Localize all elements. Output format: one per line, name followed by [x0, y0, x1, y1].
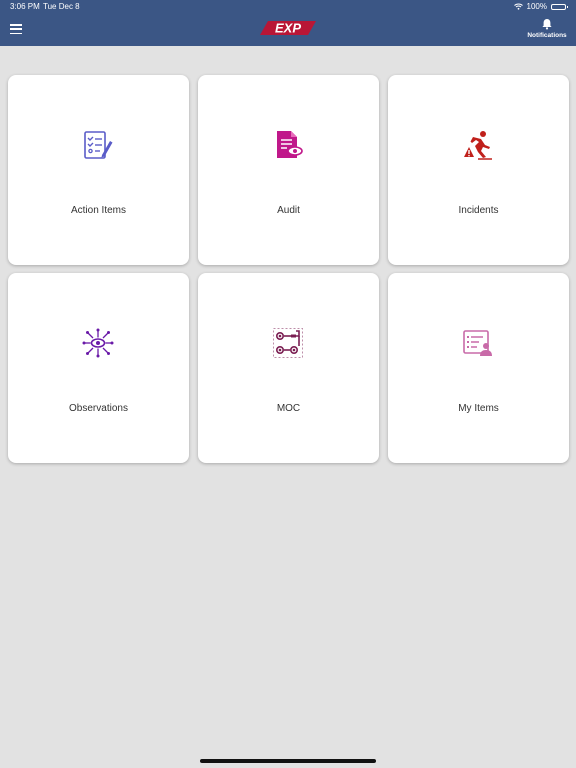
exp-logo: EXP [260, 21, 316, 36]
tile-label: MOC [276, 403, 301, 414]
tile-label: Observations [69, 403, 128, 414]
battery-percent: 100% [526, 2, 547, 11]
tile-my-items[interactable]: My Items [388, 273, 569, 463]
tile-audit[interactable]: Audit [198, 75, 379, 265]
tile-observations[interactable]: Observations [8, 273, 189, 463]
tile-incidents[interactable]: Incidents [388, 75, 569, 265]
status-right: 100% [513, 0, 568, 13]
document-eye-icon [277, 131, 303, 158]
tile-action-items[interactable]: Action Items [8, 75, 189, 265]
tile-moc[interactable]: MOC [198, 273, 379, 463]
bell-icon [542, 19, 552, 30]
notifications-label: Notifications [527, 32, 567, 39]
notifications-button[interactable]: Notifications [526, 18, 568, 39]
tile-label: Audit [277, 205, 300, 216]
logo-text: EXP [275, 21, 301, 36]
tile-label: Action Items [70, 205, 127, 216]
list-person-icon [463, 330, 492, 356]
wifi-icon [513, 3, 523, 10]
gears-flow-icon [273, 328, 303, 358]
hamburger-menu-icon[interactable] [10, 24, 22, 35]
status-time: 3:06 PM [10, 2, 40, 11]
tile-label: My Items [458, 403, 499, 414]
home-indicator[interactable] [200, 759, 376, 763]
slip-fall-warning-icon [464, 131, 492, 160]
status-date: Tue Dec 8 [43, 2, 80, 11]
tile-label: Incidents [458, 205, 499, 216]
app-header: 3:06 PM Tue Dec 8 100% EXP Notifications [0, 0, 576, 46]
battery-icon [551, 3, 568, 10]
status-bar: 3:06 PM Tue Dec 8 100% [0, 0, 576, 13]
module-grid: Action Items Audit Incidents Observation… [8, 75, 569, 463]
checklist-icon [84, 131, 113, 159]
eye-radiating-arrows-icon [82, 328, 114, 358]
